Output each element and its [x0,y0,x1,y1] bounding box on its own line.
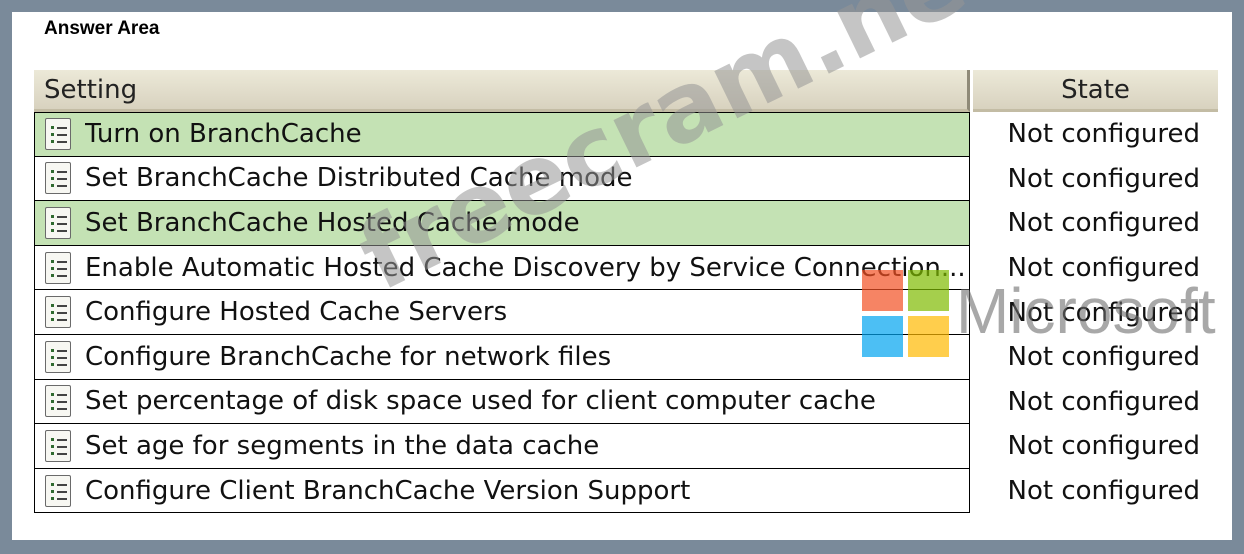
setting-cell[interactable]: Set BranchCache Hosted Cache mode [34,201,970,246]
setting-label: Set percentage of disk space used for cl… [85,386,876,417]
column-header-setting[interactable]: Setting [34,70,970,112]
state-cell: Not configured [1007,431,1200,462]
setting-label: Set age for segments in the data cache [85,430,600,461]
setting-label: Set BranchCache Hosted Cache mode [85,207,580,238]
column-header-state[interactable]: State [973,70,1218,112]
table-row[interactable]: Turn on BranchCache Not configured [34,112,1218,157]
setting-cell[interactable]: Enable Automatic Hosted Cache Discovery … [34,245,970,291]
setting-label: Configure Hosted Cache Servers [85,297,508,328]
settings-grid: Setting State Turn on BranchCache Not con… [34,70,1218,514]
setting-label: Configure BranchCache for network files [85,341,612,372]
table-row[interactable]: Configure Hosted Cache Servers Not config… [34,290,1218,335]
policy-setting-icon [45,296,71,329]
setting-label: Configure Client BranchCache Version Sup… [85,475,691,506]
policy-setting-icon [45,385,71,418]
setting-label: Turn on BranchCache [85,119,362,150]
policy-setting-icon [45,340,71,373]
state-cell: Not configured [1007,119,1200,150]
state-cell: Not configured [1007,342,1200,373]
setting-cell[interactable]: Set percentage of disk space used for cl… [34,379,970,425]
state-cell: Not configured [1007,253,1200,284]
grid-rows: Turn on BranchCache Not configured Set Bra… [34,112,1218,514]
policy-setting-icon [45,474,71,507]
setting-cell[interactable]: Set BranchCache Distributed Cache mode [34,156,970,202]
policy-setting-icon [45,118,71,151]
policy-setting-icon [45,251,71,284]
policy-setting-icon [45,429,71,462]
setting-cell[interactable]: Turn on BranchCache [34,112,970,157]
state-cell: Not configured [1007,386,1200,417]
setting-cell[interactable]: Configure BranchCache for network files [34,334,970,380]
table-row[interactable]: Set BranchCache Hosted Cache mode Not con… [34,201,1218,246]
answer-area-title: Answer Area [44,18,160,39]
state-cell: Not configured [1007,163,1200,194]
grid-header: Setting State [34,70,1218,112]
setting-label: Set BranchCache Distributed Cache mode [85,163,633,194]
setting-cell[interactable]: Configure Client BranchCache Version Sup… [34,468,970,514]
answer-area-panel: Answer Area Setting State Turn on Branch… [12,0,1232,540]
state-cell: Not configured [1007,208,1200,239]
table-row[interactable]: Set age for segments in the data cache No… [34,424,1218,469]
policy-setting-icon [45,206,71,239]
table-row[interactable]: Set percentage of disk space used for cl… [34,379,1218,425]
setting-label: Enable Automatic Hosted Cache Discovery … [85,252,966,283]
setting-cell[interactable]: Set age for segments in the data cache [34,424,970,469]
state-cell: Not configured [1007,476,1200,507]
table-row[interactable]: Configure Client BranchCache Version Sup… [34,468,1218,514]
setting-cell[interactable]: Configure Hosted Cache Servers [34,290,970,335]
table-row[interactable]: Configure BranchCache for network files N… [34,334,1218,380]
table-row[interactable]: Enable Automatic Hosted Cache Discovery … [34,245,1218,291]
state-cell: Not configured [1007,297,1200,328]
policy-setting-icon [45,162,71,195]
table-row[interactable]: Set BranchCache Distributed Cache mode No… [34,156,1218,202]
